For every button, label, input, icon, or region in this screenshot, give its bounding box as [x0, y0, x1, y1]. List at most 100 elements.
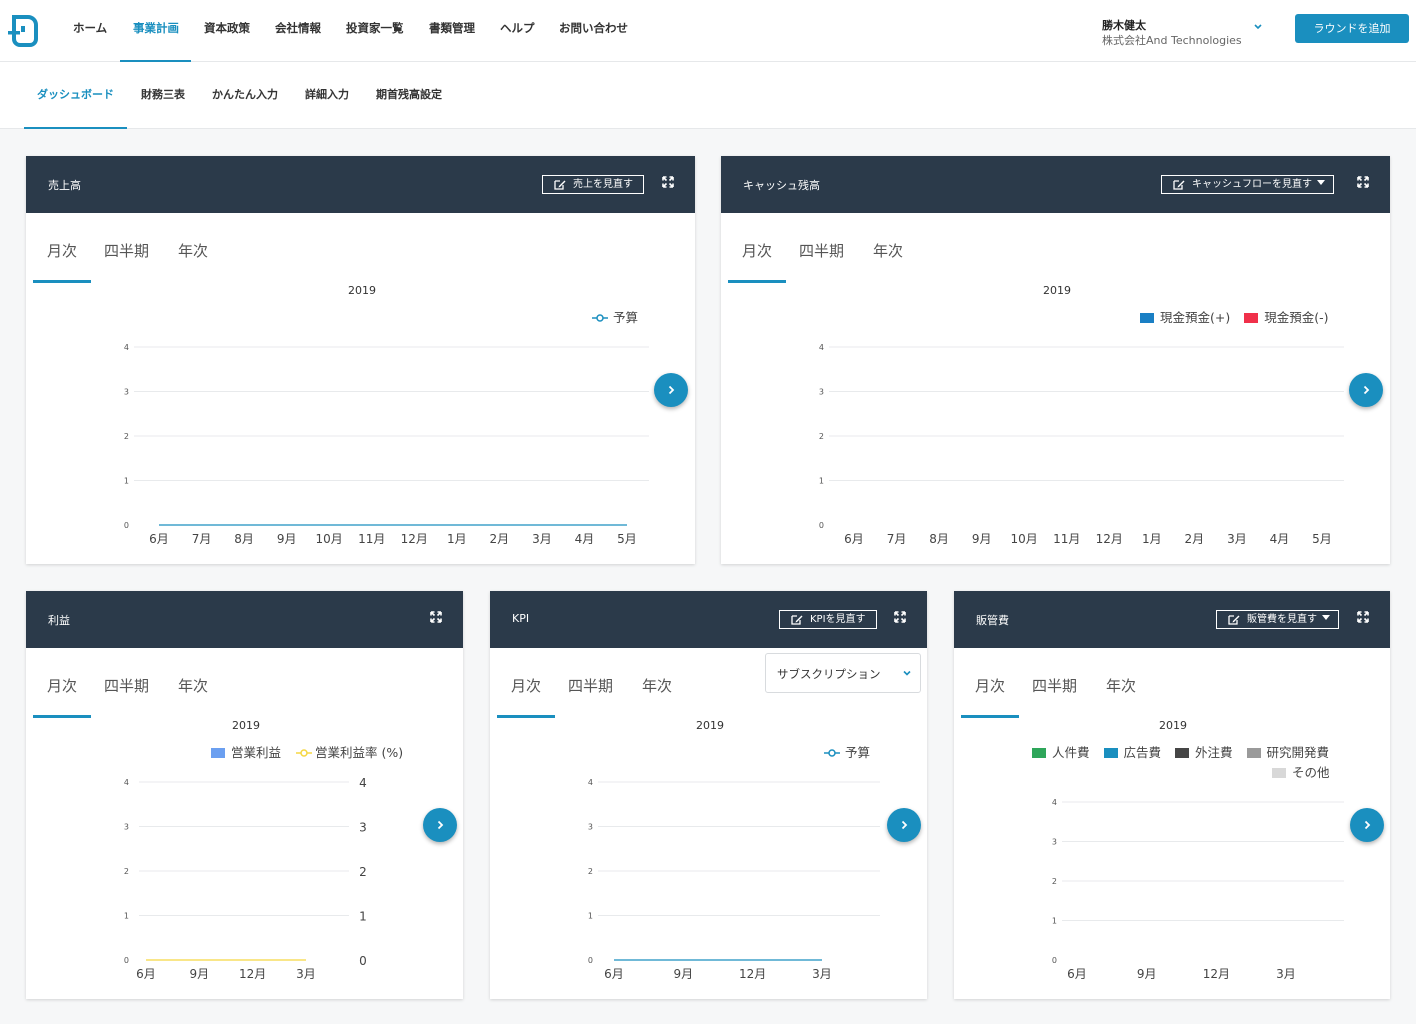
x-tick-label: 6月	[149, 532, 169, 546]
x-tick-label: 2月	[1185, 532, 1205, 546]
user-company[interactable]: 株式会社And Technologies	[1102, 32, 1242, 48]
next-period-button[interactable]	[1349, 373, 1383, 407]
x-tick-label: 10月	[1011, 532, 1038, 546]
y-tick-label: 4	[124, 778, 129, 787]
x-tick-label: 6月	[1067, 967, 1087, 981]
x-tick-label: 5月	[617, 532, 637, 546]
x-tick-label: 1月	[447, 532, 467, 546]
y-tick-label: 2	[124, 432, 129, 441]
chevron-right-icon	[1364, 820, 1371, 830]
nav-documents[interactable]: 書類管理	[429, 0, 475, 62]
x-tick-label: 10月	[316, 532, 343, 546]
x-tick-label: 11月	[358, 532, 385, 546]
y-tick-label: 4	[819, 343, 824, 352]
nav-capital-policy[interactable]: 資本政策	[204, 0, 250, 62]
cash-chart: 0 1 2 3 4 6月 7月 8月 9月 10月 11月 12月 1月 2月 3月 4月 5月	[819, 343, 1344, 546]
x-tick-label: 11月	[1053, 532, 1080, 546]
chevron-down-icon[interactable]	[1252, 20, 1264, 32]
x-tick-label: 9月	[277, 532, 297, 546]
sga-card: 販管費 販管費を見直す 月次 四半期 年次 2019 人件費 広告費 外注費 研…	[954, 591, 1390, 999]
next-period-button[interactable]	[654, 373, 688, 407]
y2-tick-label: 4	[359, 776, 367, 790]
tab-easy-input[interactable]: かんたん入力	[212, 62, 278, 129]
y-tick-label: 4	[1052, 798, 1057, 807]
x-tick-label: 8月	[929, 532, 949, 546]
y2-tick-label: 0	[359, 954, 367, 968]
y-tick-label: 0	[588, 956, 593, 965]
y-tick-label: 1	[124, 477, 129, 486]
x-tick-label: 4月	[575, 532, 595, 546]
tab-dashboard[interactable]: ダッシュボード	[37, 62, 114, 129]
user-name[interactable]: 勝木健太	[1102, 17, 1146, 33]
nav-company-info[interactable]: 会社情報	[275, 0, 321, 62]
x-tick-label: 12月	[401, 532, 428, 546]
kpi-card: KPI KPIを見直す 月次 四半期 年次 サブスクリプション 2019 予算 …	[490, 591, 927, 999]
x-tick-label: 8月	[234, 532, 254, 546]
x-tick-label: 6月	[136, 967, 156, 981]
x-tick-label: 9月	[190, 967, 210, 981]
x-tick-label: 3月	[1227, 532, 1247, 546]
y-tick-label: 3	[124, 823, 129, 832]
y-tick-label: 0	[124, 521, 129, 530]
nav-help[interactable]: ヘルプ	[500, 0, 535, 62]
y-tick-label: 1	[124, 912, 129, 921]
x-tick-label: 7月	[192, 532, 212, 546]
nav-home[interactable]: ホーム	[73, 0, 107, 62]
add-round-button[interactable]: ラウンドを追加	[1295, 14, 1409, 43]
x-tick-label: 9月	[674, 967, 694, 981]
y-tick-label: 0	[1052, 956, 1057, 965]
x-tick-label: 12月	[739, 967, 766, 981]
y-tick-label: 1	[819, 477, 824, 486]
y2-tick-label: 1	[359, 910, 367, 924]
y-tick-label: 1	[1052, 917, 1057, 926]
next-period-button[interactable]	[1350, 808, 1384, 842]
y-tick-label: 3	[819, 388, 824, 397]
chevron-right-icon	[901, 820, 908, 830]
y-tick-label: 2	[819, 432, 824, 441]
y-tick-label: 2	[124, 867, 129, 876]
kpi-chart: 0 1 2 3 4 6月 9月 12月 3月	[588, 778, 880, 981]
y-tick-label: 4	[124, 343, 129, 352]
sales-card: 売上高 売上を見直す 月次 四半期 年次 2019 予算 0 1 2 3 4 6月 7月 8月…	[26, 156, 695, 564]
y-tick-label: 2	[1052, 877, 1057, 886]
y-tick-label: 4	[588, 778, 593, 787]
tab-detail-input[interactable]: 詳細入力	[305, 62, 349, 129]
x-tick-label: 2月	[490, 532, 510, 546]
tab-financial-statements[interactable]: 財務三表	[141, 62, 185, 129]
sub-navigation: ダッシュボード 財務三表 かんたん入力 詳細入力 期首残高設定	[0, 62, 1416, 129]
x-tick-label: 4月	[1270, 532, 1290, 546]
x-tick-label: 3月	[1276, 967, 1296, 981]
app-logo-icon[interactable]	[8, 13, 40, 47]
y-tick-label: 0	[819, 521, 824, 530]
y2-tick-label: 2	[359, 865, 367, 879]
subnav-active-indicator	[24, 127, 127, 129]
x-tick-label: 6月	[604, 967, 624, 981]
x-tick-label: 12月	[1096, 532, 1123, 546]
y-tick-label: 0	[124, 956, 129, 965]
x-tick-label: 12月	[1203, 967, 1230, 981]
x-tick-label: 5月	[1312, 532, 1332, 546]
y-tick-label: 2	[588, 867, 593, 876]
y-tick-label: 3	[124, 388, 129, 397]
x-tick-label: 9月	[972, 532, 992, 546]
chevron-right-icon	[1363, 385, 1370, 395]
nav-business-plan[interactable]: 事業計画	[133, 0, 179, 62]
x-tick-label: 7月	[887, 532, 907, 546]
y2-tick-label: 3	[359, 821, 367, 835]
x-tick-label: 12月	[239, 967, 266, 981]
tab-opening-balance[interactable]: 期首残高設定	[376, 62, 442, 129]
next-period-button[interactable]	[887, 808, 921, 842]
x-tick-label: 3月	[532, 532, 552, 546]
x-tick-label: 9月	[1137, 967, 1157, 981]
profit-card: 利益 月次 四半期 年次 2019 営業利益 営業利益率 (%) 0123401…	[26, 591, 463, 999]
x-tick-label: 3月	[296, 967, 316, 981]
x-tick-label: 3月	[812, 967, 832, 981]
next-period-button[interactable]	[423, 808, 457, 842]
nav-contact[interactable]: お問い合わせ	[559, 0, 628, 62]
y-tick-label: 3	[1052, 838, 1057, 847]
profit-chart: 0 1 2 3 4 0 1 2 3 4 6月 9月 12月 3月	[124, 776, 367, 981]
nav-investors[interactable]: 投資家一覧	[346, 0, 404, 62]
cash-card: キャッシュ残高 キャッシュフローを見直す 月次 四半期 年次 2019 現金預金…	[721, 156, 1390, 564]
y-tick-label: 1	[588, 912, 593, 921]
sales-chart: 0 1 2 3 4 6月 7月 8月 9月 10月 11月 12月 1月 2月 3月 4月 5月	[124, 343, 649, 546]
